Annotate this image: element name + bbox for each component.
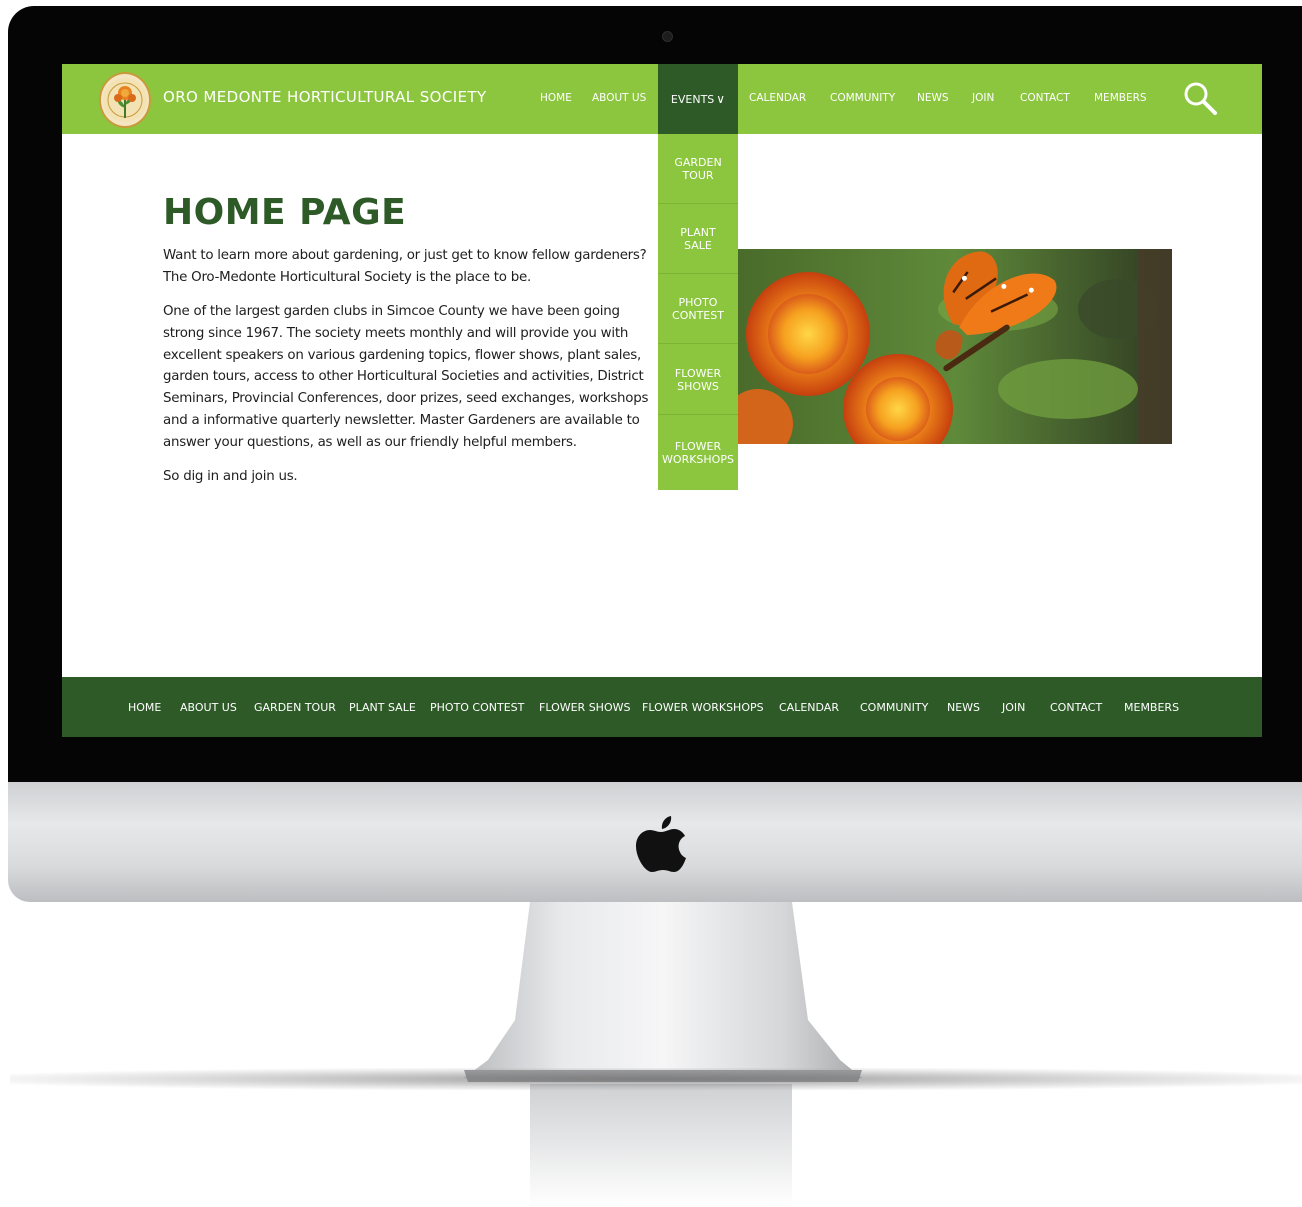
- footer-photo-contest[interactable]: PHOTO CONTEST: [430, 701, 524, 714]
- footer-community[interactable]: COMMUNITY: [860, 701, 928, 714]
- apple-logo-icon: [636, 816, 686, 872]
- footer-home[interactable]: HOME: [128, 701, 161, 714]
- chevron-down-icon: ∨: [716, 92, 726, 106]
- about-paragraph: One of the largest garden clubs in Simco…: [163, 304, 649, 450]
- dropdown-label-line1: PLANT: [680, 225, 716, 239]
- footer-contact[interactable]: CONTACT: [1050, 701, 1102, 714]
- dropdown-label-line2: CONTEST: [672, 308, 724, 322]
- footer-news[interactable]: NEWS: [947, 701, 980, 714]
- footer-plant-sale[interactable]: PLANT SALE: [349, 701, 416, 714]
- footer-about-us[interactable]: ABOUT US: [180, 701, 237, 714]
- topnav-community[interactable]: COMMUNITY: [830, 92, 895, 104]
- intro-paragraph: Want to learn more about gardening, or j…: [163, 248, 647, 285]
- footer-flower-shows[interactable]: FLOWER SHOWS: [539, 701, 630, 714]
- dropdown-item-garden-tour[interactable]: GARDEN TOUR: [658, 134, 738, 204]
- topnav-calendar[interactable]: CALENDAR: [749, 92, 806, 104]
- site-title[interactable]: ORO MEDONTE HORTICULTURAL SOCIETY: [163, 88, 487, 106]
- hero-image-butterfly-marigolds: [738, 249, 1172, 444]
- dropdown-label-line2: SALE: [684, 238, 712, 252]
- topnav-contact[interactable]: CONTACT: [1020, 92, 1070, 104]
- dropdown-item-flower-shows[interactable]: FLOWER SHOWS: [658, 345, 738, 415]
- dropdown-label-line1: PHOTO: [678, 295, 718, 309]
- footer-flower-workshops[interactable]: FLOWER WORKSHOPS: [642, 701, 764, 714]
- topnav-members[interactable]: MEMBERS: [1094, 92, 1147, 104]
- monitor-stand: [464, 902, 862, 1207]
- website-screen: ORO MEDONTE HORTICULTURAL SOCIETY HOME A…: [62, 64, 1262, 737]
- footer-garden-tour[interactable]: GARDEN TOUR: [254, 701, 336, 714]
- footer-members[interactable]: MEMBERS: [1124, 701, 1179, 714]
- search-icon[interactable]: [1182, 80, 1218, 116]
- dropdown-label-line2: SHOWS: [677, 379, 719, 393]
- topnav-events-label: EVENTS: [670, 92, 715, 106]
- topnav-about-us[interactable]: ABOUT US: [592, 92, 646, 104]
- topnav-events[interactable]: EVENTS ∨: [658, 64, 738, 134]
- site-footer: HOME ABOUT US GARDEN TOUR PLANT SALE PHO…: [62, 677, 1262, 737]
- dropdown-label-line1: FLOWER: [674, 366, 722, 380]
- events-dropdown: GARDEN TOUR PLANT SALE PHOTO CONTEST FLOWER…: [658, 134, 738, 490]
- dropdown-label-line1: GARDEN: [674, 155, 722, 169]
- topnav-home[interactable]: HOME: [540, 92, 572, 104]
- dropdown-label-line2: TOUR: [682, 168, 714, 182]
- dropdown-item-plant-sale[interactable]: PLANT SALE: [658, 204, 738, 274]
- site-header: ORO MEDONTE HORTICULTURAL SOCIETY HOME A…: [62, 64, 1262, 134]
- society-logo[interactable]: [99, 72, 151, 128]
- camera-icon: [662, 31, 673, 42]
- page-title: HOME PAGE: [163, 192, 407, 233]
- footer-join[interactable]: JOIN: [1002, 701, 1025, 714]
- dropdown-item-photo-contest[interactable]: PHOTO CONTEST: [658, 274, 738, 344]
- footer-calendar[interactable]: CALENDAR: [779, 701, 839, 714]
- dropdown-label-line2: WORKSHOPS: [662, 453, 734, 466]
- dropdown-item-flower-workshops[interactable]: FLOWER WORKSHOPS: [658, 416, 738, 490]
- topnav-news[interactable]: NEWS: [917, 92, 949, 104]
- floor-shadow: [10, 1068, 1302, 1090]
- topnav-join[interactable]: JOIN: [972, 92, 994, 104]
- dropdown-label-line1: FLOWER: [674, 440, 722, 453]
- closing-paragraph: So dig in and join us.: [163, 469, 298, 484]
